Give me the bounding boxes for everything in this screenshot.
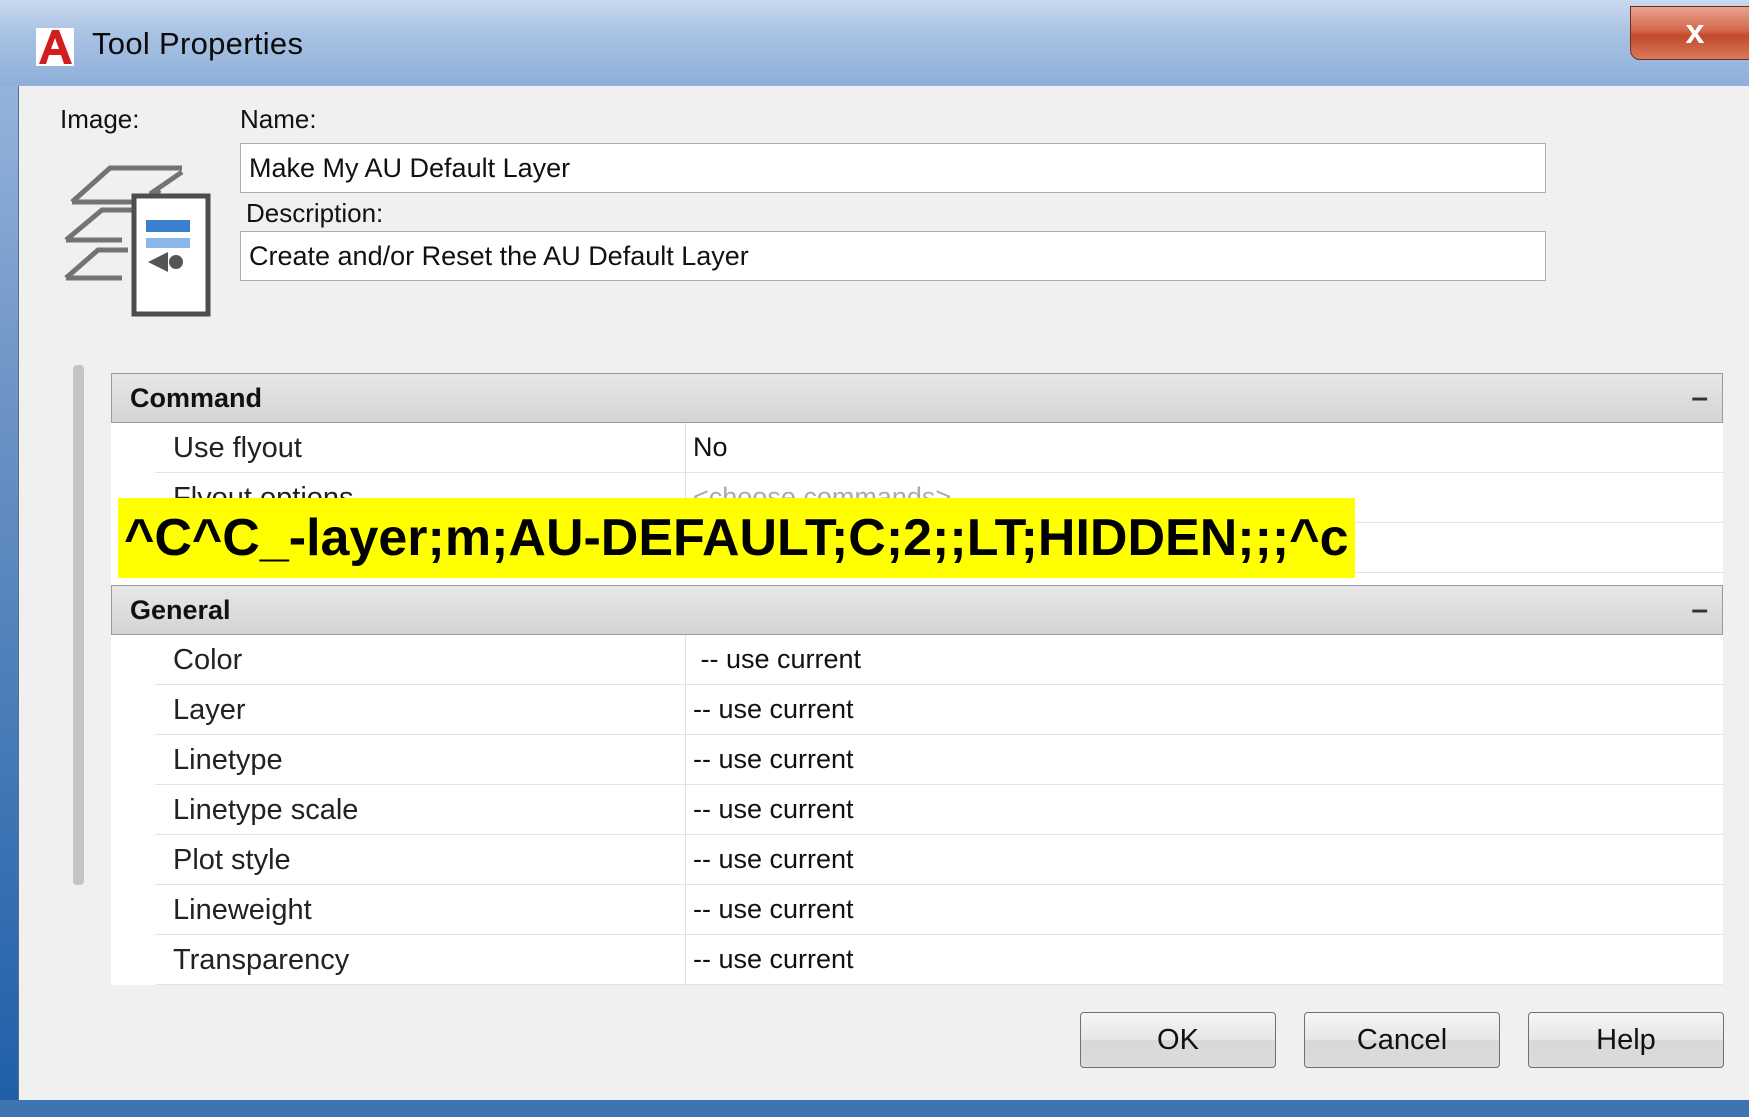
- column-divider: [685, 785, 686, 835]
- property-name: Plot style: [173, 844, 291, 876]
- vertical-scrollbar[interactable]: [73, 365, 84, 885]
- property-value[interactable]: -- use current: [693, 735, 854, 783]
- property-row-color[interactable]: Color -- use current: [155, 635, 1723, 685]
- category-label: General: [130, 595, 231, 625]
- command-macro-highlight: ^C^C_-layer;m;AU-DEFAULT;C;2;;LT;HIDDEN;…: [118, 498, 1355, 578]
- property-name: Lineweight: [173, 894, 312, 926]
- property-value[interactable]: -- use current: [693, 935, 854, 983]
- column-divider: [685, 685, 686, 735]
- property-value[interactable]: -- use current: [693, 635, 862, 683]
- property-value[interactable]: -- use current: [693, 785, 854, 833]
- window-frame-bottom: [0, 1100, 1749, 1117]
- column-divider: [685, 635, 686, 685]
- properties-grid: Command – Use flyout No Flyout options <…: [111, 373, 1723, 985]
- property-row-use-flyout[interactable]: Use flyout No: [155, 423, 1723, 473]
- close-button[interactable]: x: [1630, 6, 1749, 60]
- column-divider: [685, 935, 686, 985]
- property-name: Layer: [173, 694, 246, 726]
- name-field[interactable]: Make My AU Default Layer: [240, 143, 1546, 193]
- property-name: Linetype: [173, 744, 283, 776]
- layer-tool-image-icon[interactable]: [62, 150, 240, 328]
- name-label: Name:: [240, 104, 317, 134]
- property-row-linetype-scale[interactable]: Linetype scale -- use current: [155, 785, 1723, 835]
- column-divider: [685, 835, 686, 885]
- description-field[interactable]: Create and/or Reset the AU Default Layer: [240, 231, 1546, 281]
- property-name: Transparency: [173, 944, 350, 976]
- property-row-lineweight[interactable]: Lineweight -- use current: [155, 885, 1723, 935]
- column-divider: [685, 423, 686, 473]
- column-divider: [685, 735, 686, 785]
- image-label: Image:: [60, 104, 140, 134]
- description-label: Description:: [246, 198, 384, 228]
- window-frame-left: [0, 86, 18, 1117]
- category-label: Command: [130, 383, 263, 413]
- property-value[interactable]: -- use current: [693, 835, 854, 883]
- property-name: Linetype scale: [173, 794, 359, 826]
- title-bar[interactable]: Tool Properties x: [0, 0, 1749, 86]
- category-command[interactable]: Command –: [111, 373, 1723, 423]
- ok-button[interactable]: OK: [1080, 1012, 1276, 1068]
- collapse-icon[interactable]: –: [1691, 374, 1708, 422]
- window-title: Tool Properties: [92, 26, 304, 61]
- property-row-linetype[interactable]: Linetype -- use current: [155, 735, 1723, 785]
- dialog-window: Tool Properties x Image: Name: Make My A…: [0, 0, 1749, 1117]
- property-name: Use flyout: [173, 432, 302, 464]
- grid-gutter: [111, 373, 155, 985]
- cancel-button[interactable]: Cancel: [1304, 1012, 1500, 1068]
- column-divider: [685, 885, 686, 935]
- category-general[interactable]: General –: [111, 585, 1723, 635]
- autocad-a-icon: [36, 28, 74, 66]
- collapse-icon[interactable]: –: [1691, 586, 1708, 634]
- property-value[interactable]: No: [693, 423, 728, 471]
- property-row-transparency[interactable]: Transparency -- use current: [155, 935, 1723, 985]
- property-name: Color: [173, 644, 243, 676]
- property-value[interactable]: -- use current: [693, 685, 854, 733]
- property-row-plot-style[interactable]: Plot style -- use current: [155, 835, 1723, 885]
- property-value[interactable]: -- use current: [693, 885, 854, 933]
- help-button[interactable]: Help: [1528, 1012, 1724, 1068]
- property-row-layer[interactable]: Layer -- use current: [155, 685, 1723, 735]
